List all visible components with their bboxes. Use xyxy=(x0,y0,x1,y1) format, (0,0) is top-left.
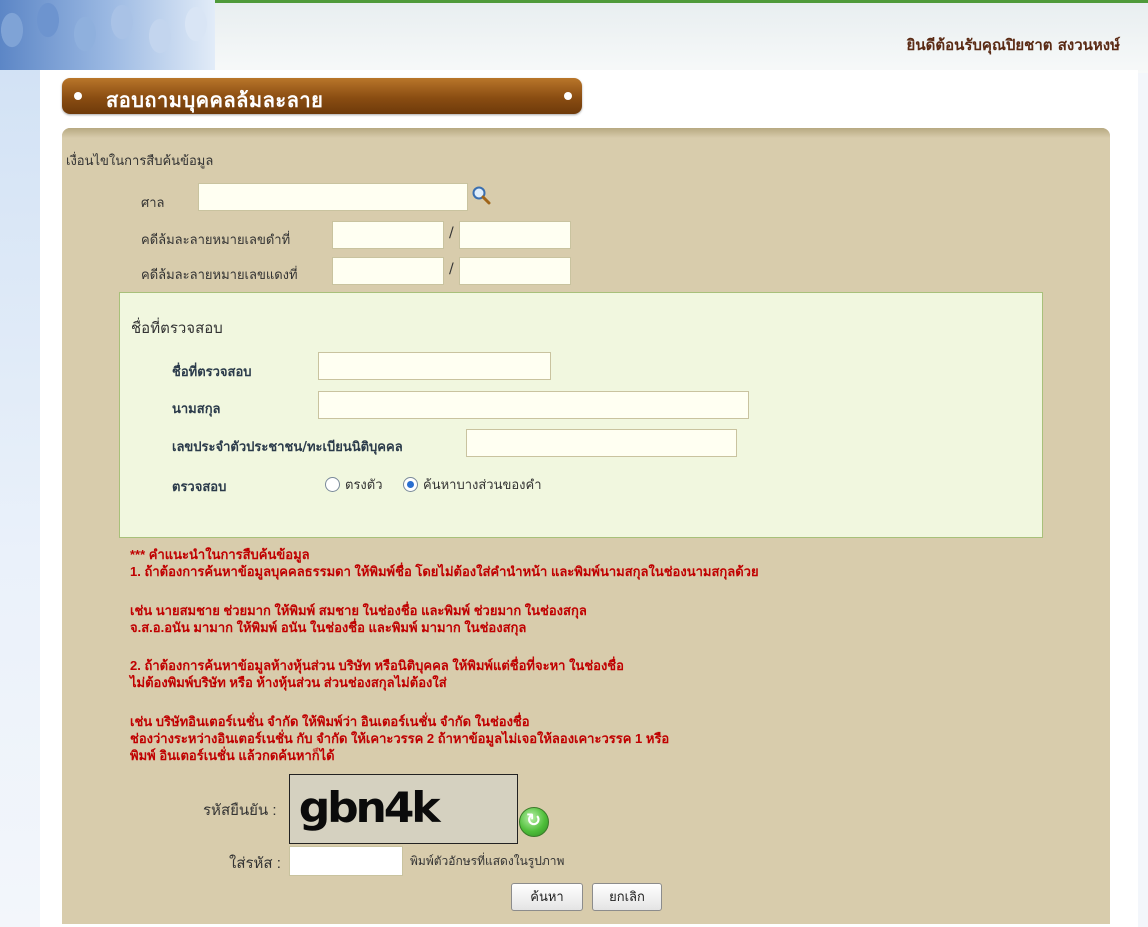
bullet-icon xyxy=(74,92,82,100)
instruction-line: พิมพ์ อินเตอร์เนชั่น แล้วกดค้นหาก็ได้ xyxy=(130,748,335,763)
instruction-line: เช่น บริษัทอินเตอร์เนชั่น จำกัด ให้พิมพ์… xyxy=(130,714,530,729)
name-input[interactable] xyxy=(318,352,551,380)
slash-separator: / xyxy=(449,261,454,277)
slash-separator: / xyxy=(449,225,454,241)
name-check-legend: ชื่อที่ตรวจสอบ xyxy=(131,320,223,337)
surname-input[interactable] xyxy=(318,391,749,419)
red-case-label: คดีล้มละลายหมายเลขแดงที่ xyxy=(141,267,298,282)
instruction-line: 2. ถ้าต้องการค้นหาข้อมูลห้างหุ้นส่วน บริ… xyxy=(130,658,624,673)
panel-top-edge xyxy=(62,128,1110,138)
captcha-hint: พิมพ์ตัวอักษรที่แสดงในรูปภาพ xyxy=(410,854,565,868)
court-label: ศาล xyxy=(141,195,165,210)
black-case-label: คดีล้มละลายหมายเลขดำที่ xyxy=(141,232,291,247)
instruction-line: เช่น นายสมชาย ช่วยมาก ให้พิมพ์ สมชาย ในช… xyxy=(130,603,587,618)
exact-match-radio[interactable] xyxy=(325,477,340,492)
header-decoration xyxy=(0,0,215,70)
instruction-line: 1. ถ้าต้องการค้นหาข้อมูลบุคคลธรรมดา ให้พ… xyxy=(130,564,759,579)
red-case-year-input[interactable] xyxy=(459,257,571,285)
captcha-image: gbn4k xyxy=(289,774,518,844)
left-background-band xyxy=(0,0,40,927)
name-label: ชื่อที่ตรวจสอบ xyxy=(172,365,252,380)
refresh-captcha-icon[interactable] xyxy=(519,807,549,837)
header-bar: ยินดีต้อนรับคุณปิยชาต สงวนหงษ์ xyxy=(215,0,1148,73)
captcha-input-label: ใส่รหัส : xyxy=(229,855,281,872)
instructions-heading: *** คำแนะนำในการสืบค้นข้อมูล xyxy=(130,547,310,562)
instruction-line: ช่องว่างระหว่างอินเตอร์เนชั่น กับ จำกัด … xyxy=(130,731,670,746)
black-case-year-input[interactable] xyxy=(459,221,571,249)
exact-match-label[interactable]: ตรงตัว xyxy=(345,474,383,495)
criteria-section-label: เงื่อนไขในการสืบค้นข้อมูล xyxy=(66,153,214,168)
search-button[interactable]: ค้นหา xyxy=(511,883,583,911)
captcha-input[interactable] xyxy=(289,846,403,876)
id-number-input[interactable] xyxy=(466,429,737,457)
page-title-bar: สอบถามบุคคลล้มละลาย xyxy=(62,78,582,114)
bullet-icon xyxy=(564,92,572,100)
welcome-text: ยินดีต้อนรับคุณปิยชาต สงวนหงษ์ xyxy=(906,36,1120,54)
cancel-button[interactable]: ยกเลิก xyxy=(592,883,662,911)
surname-label: นามสกุล xyxy=(172,402,221,417)
magnifier-icon[interactable] xyxy=(471,185,491,205)
id-number-label: เลขประจำตัวประชาชน/ทะเบียนนิติบุคคล xyxy=(172,440,403,455)
captcha-label: รหัสยืนยัน : xyxy=(203,802,277,819)
instruction-line: จ.ส.อ.อนัน มามาก ให้พิมพ์ อนัน ในช่องชื่… xyxy=(130,620,527,635)
partial-match-radio[interactable] xyxy=(403,477,418,492)
court-input[interactable] xyxy=(198,183,468,211)
instruction-line: ไม่ต้องพิมพ์บริษัท หรือ ห้างหุ้นส่วน ส่ว… xyxy=(130,675,447,690)
black-case-number-input[interactable] xyxy=(332,221,444,249)
captcha-text: gbn4k xyxy=(298,783,441,832)
check-mode-label: ตรวจสอบ xyxy=(172,480,227,495)
page-title: สอบถามบุคคลล้มละลาย xyxy=(106,88,324,112)
red-case-number-input[interactable] xyxy=(332,257,444,285)
partial-match-label[interactable]: ค้นหาบางส่วนของคำ xyxy=(423,474,542,495)
